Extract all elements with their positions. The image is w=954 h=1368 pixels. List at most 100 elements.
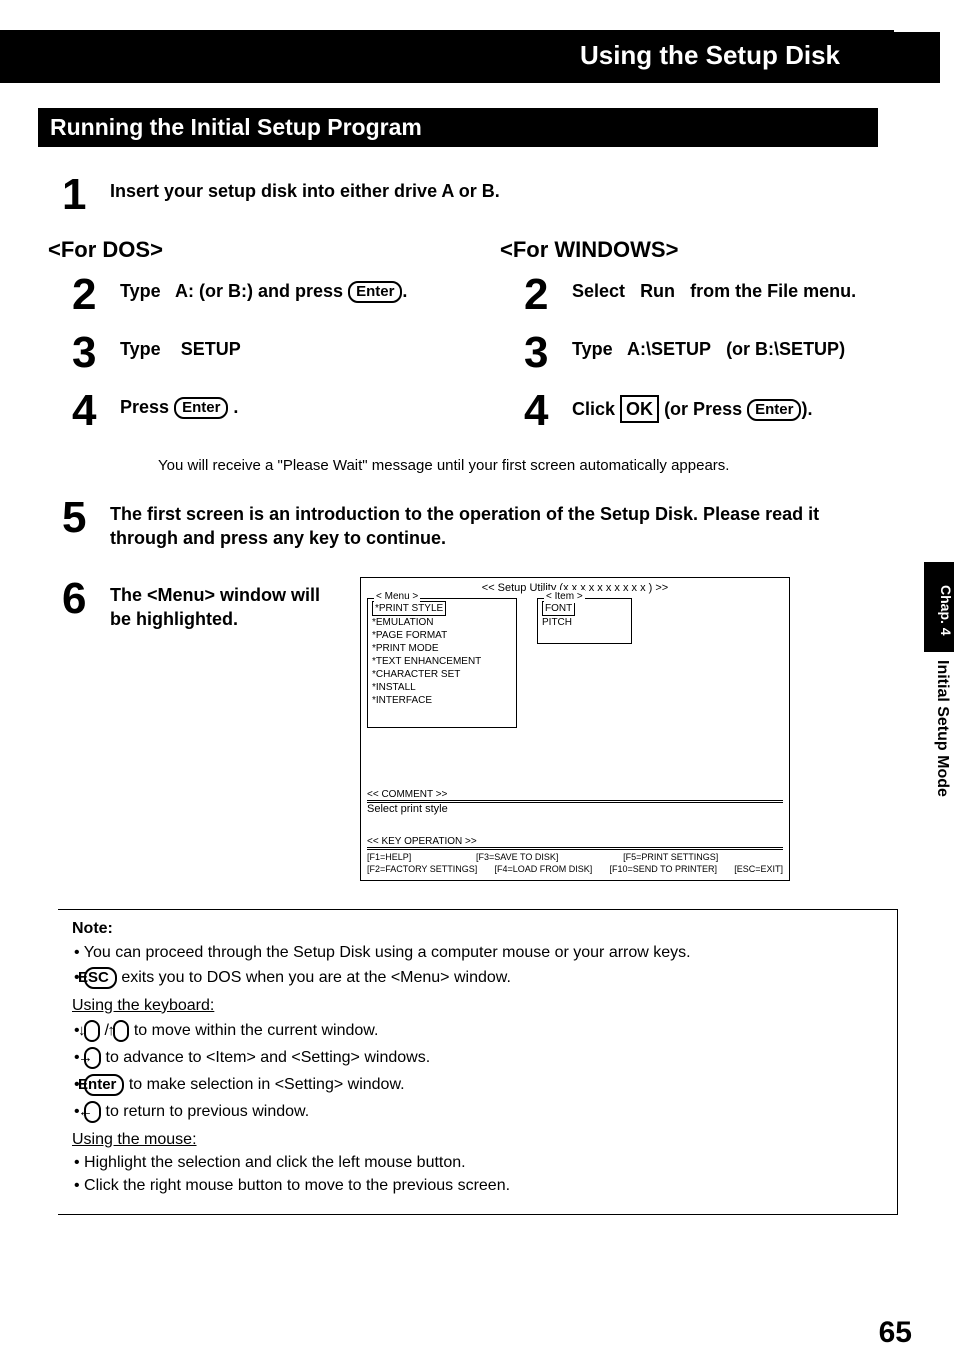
step-text: Press Enter . [120, 389, 238, 419]
enter-key: Enter [747, 399, 801, 421]
text: Type [120, 339, 161, 359]
item-entry: PITCH [542, 616, 627, 629]
menu-item: *EMULATION [372, 616, 512, 629]
windows-column: <For WINDOWS> 2 Select Run from the File… [500, 231, 916, 447]
kb-bullet: ↓ / ↑ to move within the current window. [74, 1020, 883, 1042]
step-text: Type A: (or B:) and press Enter. [120, 273, 407, 303]
mouse-subhead: Using the mouse: [72, 1131, 883, 1149]
t: to move within the current window. [129, 1022, 378, 1039]
menu-item: *CHARACTER SET [372, 668, 512, 681]
dos-header: <For DOS> [48, 237, 464, 263]
kb-bullet: → to advance to <Item> and <Setting> win… [74, 1047, 883, 1069]
item-entry: FONT [542, 601, 575, 616]
key-op: [ESC=EXIT] [734, 864, 783, 874]
note-title: Note: [72, 920, 883, 938]
win-step-4: 4 Click OK (or Press Enter). [524, 389, 916, 433]
text: SETUP [181, 339, 241, 359]
t: Type [572, 339, 613, 359]
step-text: Type A:\SETUP (or B:\SETUP) [572, 331, 845, 361]
step-number: 2 [72, 273, 120, 317]
menu-item: *TEXT ENHANCEMENT [372, 655, 512, 668]
menu-item: *PRINT MODE [372, 642, 512, 655]
item-panel: < Item > FONT PITCH [537, 598, 632, 644]
key-op: [F4=LOAD FROM DISK] [495, 864, 593, 874]
mouse-bullet: Click the right mouse button to move to … [74, 1177, 883, 1195]
comment-section: << COMMENT >> Select print style [367, 788, 783, 815]
keyop-section: << KEY OPERATION >> [F1=HELP] [F3=SAVE T… [367, 835, 783, 874]
t: (or Press [664, 399, 742, 419]
t: ). [801, 399, 812, 419]
step-number: 1 [62, 173, 110, 217]
kb-bullet: ← to return to previous window. [74, 1101, 883, 1123]
step-number: 4 [524, 389, 572, 433]
page-header-title: Using the Setup Disk [0, 32, 940, 83]
step-number: 6 [62, 577, 110, 632]
menu-item: *INSTALL [372, 681, 512, 694]
step-text: Type SETUP [120, 331, 241, 361]
step-number: 2 [524, 273, 572, 317]
dos-step-2: 2 Type A: (or B:) and press Enter. [72, 273, 464, 317]
menu-item: *PRINT STYLE [372, 601, 446, 616]
text: A: (or B:) and press [175, 281, 343, 301]
enter-key: Enter [348, 281, 402, 303]
t: exits you to DOS when you are at the <Me… [117, 969, 511, 986]
step-6-row: 6 The <Menu> window will be highlighted.… [62, 577, 916, 881]
item-label: < Item > [544, 590, 585, 603]
key-op: [F10=SEND TO PRINTER] [610, 864, 717, 874]
keyop-label: << KEY OPERATION >> [367, 836, 477, 847]
t: Click [572, 399, 615, 419]
step-text: Click OK (or Press Enter). [572, 389, 812, 423]
comment-text: Select print style [367, 803, 783, 815]
step-number: 5 [62, 496, 110, 540]
win-header: <For WINDOWS> [500, 237, 916, 263]
section-title: Running the Initial Setup Program [38, 108, 878, 147]
key-op: [F2=FACTORY SETTINGS] [367, 864, 477, 874]
setup-utility-diagram: << Setup Utility (x x x x x x x x x x ) … [360, 577, 790, 881]
kb-subhead: Using the keyboard: [72, 997, 883, 1015]
two-columns: <For DOS> 2 Type A: (or B:) and press En… [48, 231, 916, 447]
up-key: ↑ [113, 1020, 129, 1042]
menu-item: *PAGE FORMAT [372, 629, 512, 642]
menu-label: < Menu > [374, 590, 420, 603]
step-text: The first screen is an introduction to t… [110, 496, 830, 551]
t: to return to previous window. [101, 1103, 309, 1120]
text: Press [120, 397, 169, 417]
win-step-2: 2 Select Run from the File menu. [524, 273, 916, 317]
note-box: Note: You can proceed through the Setup … [58, 909, 898, 1215]
step-text: Insert your setup disk into either drive… [110, 173, 500, 203]
ok-button: OK [620, 395, 659, 423]
kb-bullet: Enter to make selection in <Setting> win… [74, 1074, 883, 1096]
step-number: 3 [524, 331, 572, 375]
page-number: 65 [879, 1316, 912, 1350]
side-label: Initial Setup Mode [933, 660, 951, 797]
left-key: ← [84, 1101, 101, 1123]
t: to advance to <Item> and <Setting> windo… [101, 1049, 430, 1066]
comment-label: << COMMENT >> [367, 789, 447, 800]
dos-step-4: 4 Press Enter . [72, 389, 464, 433]
text: . [233, 397, 238, 417]
t: Run [640, 281, 675, 301]
chapter-tab: Chap. 4 [924, 562, 954, 652]
step-5: 5 The first screen is an introduction to… [62, 496, 916, 551]
enter-key: Enter [84, 1074, 124, 1096]
note-bullet: You can proceed through the Setup Disk u… [74, 944, 883, 962]
wait-note: You will receive a "Please Wait" message… [158, 457, 916, 474]
step-number: 3 [72, 331, 120, 375]
t: from the File menu. [690, 281, 856, 301]
dos-column: <For DOS> 2 Type A: (or B:) and press En… [48, 231, 464, 447]
t: A:\SETUP [627, 339, 711, 359]
t: Select [572, 281, 625, 301]
key-op: [F5=PRINT SETTINGS] [623, 852, 718, 862]
step-text: The <Menu> window will be highlighted. [110, 577, 330, 632]
key-op: [F3=SAVE TO DISK] [476, 852, 558, 862]
note-bullet: ESC exits you to DOS when you are at the… [74, 967, 883, 989]
down-key: ↓ [84, 1020, 100, 1042]
step-number: 4 [72, 389, 120, 433]
step-text: Select Run from the File menu. [572, 273, 856, 303]
step-1: 1 Insert your setup disk into either dri… [62, 173, 916, 217]
win-step-3: 3 Type A:\SETUP (or B:\SETUP) [524, 331, 916, 375]
right-key: → [84, 1047, 101, 1069]
mouse-bullet: Highlight the selection and click the le… [74, 1154, 883, 1172]
dos-step-3: 3 Type SETUP [72, 331, 464, 375]
esc-key: ESC [84, 967, 117, 989]
